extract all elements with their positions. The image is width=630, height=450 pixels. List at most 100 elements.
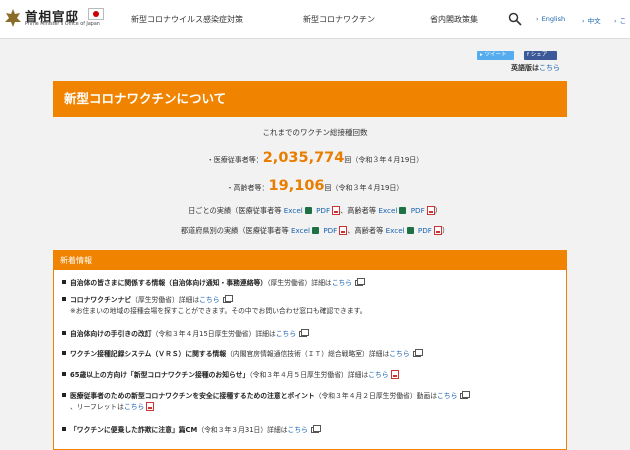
search-icon[interactable] — [508, 12, 522, 26]
nav-covid-measures[interactable]: 新型コロナウイルス感染症対策 — [131, 14, 243, 25]
news-section: 新着情報 自治体の皆さまに関係する情報（自治体向け通知・事務連絡等）（厚生労働省… — [53, 250, 567, 450]
chevron-right-icon: › — [536, 15, 539, 23]
news-item-detail: （厚生労働省）詳細は — [131, 296, 200, 304]
daily-close-paren: ） — [434, 206, 442, 215]
bullet-icon — [62, 351, 66, 355]
leaflet-label: 、リーフレットは — [70, 402, 124, 411]
stat-medical-workers: ・医療従事者等：2,035,774回（令和３年４月19日） — [0, 150, 630, 166]
news-item-title: 65歳以上の方向け「新型コロナワクチン接種のお知らせ」 — [70, 371, 250, 379]
tweet-button[interactable]: ▸ ツイート — [477, 51, 514, 60]
lang-chinese-label: 中文 — [587, 17, 601, 25]
news-item: 自治体の皆さまに関係する情報（自治体向け通知・事務連絡等）（厚生労働省）詳細はこ… — [62, 278, 366, 289]
news-item: 65歳以上の方向け「新型コロナワクチン接種のお知らせ」（令和３年４月５日厚生労働… — [62, 370, 399, 381]
pdf-icon — [146, 401, 155, 411]
pdf-icon — [339, 226, 348, 235]
pref-medical-pdf-link[interactable]: PDF — [323, 226, 337, 235]
news-item-link[interactable]: こちら — [199, 296, 219, 304]
excel-icon — [406, 227, 414, 234]
external-window-icon — [222, 295, 233, 303]
excel-icon — [304, 207, 312, 214]
nav-policy[interactable]: 省内閣政策集 — [430, 14, 478, 25]
prefecture-results-label: 都道府県別の実績（医療従事者等 — [180, 226, 289, 235]
daily-results-label: 日ごとの実績（医療従事者等 — [188, 206, 282, 215]
pref-medical-excel-link[interactable]: Excel — [291, 226, 310, 235]
daily-elderly-excel-link[interactable]: Excel — [378, 206, 397, 215]
news-item-title: 自治体の皆さまに関係する情報（自治体向け通知・事務連絡等） — [70, 279, 268, 287]
english-version-link[interactable]: こちら — [539, 64, 560, 72]
pref-elderly-pdf-link[interactable]: PDF — [418, 226, 432, 235]
news-item-detail: （令和３年４月２日厚生労働省）動画は — [314, 392, 438, 400]
news-item-link[interactable]: こちら — [389, 350, 409, 358]
nav-covid-vaccine[interactable]: 新型コロナワクチン — [303, 14, 375, 25]
stat-value: 19,106 — [268, 178, 325, 194]
news-item-detail: （令和３年３月31日）詳細は — [197, 426, 288, 434]
daily-medical-pdf-link[interactable]: PDF — [316, 206, 330, 215]
stat-value: 2,035,774 — [262, 150, 345, 166]
news-item: 自治体向けの手引きの改訂（令和３年４月15日厚生労働省）詳細はこちら — [62, 329, 310, 340]
stat-label: ・高齢者等： — [226, 184, 269, 192]
pdf-icon — [433, 226, 442, 235]
news-item: 「ワクチンに便乗した詐欺に注意」篇CM（令和３年３月31日）詳細はこちら — [62, 425, 321, 436]
daily-results-row: 日ごとの実績（医療従事者等 Excel PDF 、高齢者等 Excel PDF ） — [0, 206, 630, 216]
stat-label: ・医療従事者等： — [206, 156, 263, 164]
kiri-emblem-icon — [5, 9, 21, 27]
facebook-share-button[interactable]: f シェア — [524, 51, 557, 60]
chevron-right-icon: › — [614, 17, 617, 25]
lang-chinese[interactable]: › 中文 — [582, 15, 601, 25]
site-logo-english: Prime Minister's Office of Japan — [25, 22, 100, 27]
lang-english[interactable]: › English — [536, 15, 565, 23]
bullet-icon — [62, 427, 66, 431]
news-item-title: 医療従事者のための新型コロナワクチンを安全に接種するための注意とポイント — [70, 392, 315, 400]
pref-elderly-label: 、高齢者等 — [347, 226, 384, 235]
news-item-video-link[interactable]: こちら — [437, 392, 457, 400]
stat-unit: 回 — [324, 184, 332, 192]
external-window-icon — [299, 329, 310, 337]
pdf-icon — [332, 206, 341, 215]
news-item: コロナワクチンナビ（厚生労働省）詳細はこちら ※お住まいの地域の接種会場を探すこ… — [62, 295, 367, 316]
news-item-note: 、リーフレットはこちら — [62, 401, 468, 413]
news-item-title: コロナワクチンナビ — [70, 296, 132, 304]
lang-english-label: English — [541, 15, 566, 23]
news-item-title: 「ワクチンに便乗した詐欺に注意」篇CM — [70, 426, 198, 434]
site-header: 首相官邸 Prime Minister's Office of Japan 新型… — [0, 0, 630, 39]
page-title: 新型コロナワクチンについて — [53, 81, 567, 117]
bullet-icon — [62, 372, 66, 376]
bullet-icon — [62, 280, 66, 284]
news-item-link[interactable]: こちら — [276, 330, 296, 338]
pdf-icon — [390, 370, 399, 379]
news-item-title: 自治体向けの手引きの改訂 — [70, 330, 152, 338]
english-version: 英語版はこちら — [511, 63, 560, 73]
lang-more[interactable]: › こ — [614, 15, 626, 25]
total-vaccinations-label: これまでのワクチン総接種回数 — [262, 128, 368, 137]
bullet-icon — [62, 393, 66, 397]
news-item-link[interactable]: こちら — [288, 426, 308, 434]
excel-icon — [312, 227, 320, 234]
pdf-icon — [426, 206, 435, 215]
external-window-icon — [460, 391, 471, 399]
pref-elderly-excel-link[interactable]: Excel — [386, 226, 405, 235]
english-version-label: 英語版は — [511, 64, 539, 72]
news-item-note: ※お住まいの地域の接種会場を探すことができます。その中でお問い合わせ窓口も確認で… — [70, 306, 367, 315]
news-header: 新着情報 — [54, 251, 566, 270]
daily-elderly-pdf-link[interactable]: PDF — [411, 206, 425, 215]
excel-icon — [399, 207, 407, 214]
news-item: ワクチン接種記録システム（ＶＲＳ）に関する情報（内閣官房情報通信技術（ＩＴ）総合… — [62, 349, 423, 360]
daily-medical-excel-link[interactable]: Excel — [284, 206, 303, 215]
daily-elderly-label: 、高齢者等 — [340, 206, 377, 215]
lang-more-label: こ — [619, 17, 627, 25]
news-item-detail: （令和３年４月５日厚生労働省）詳細は — [249, 371, 369, 379]
chevron-right-icon: › — [582, 17, 585, 25]
external-window-icon — [355, 278, 366, 286]
news-item-leaflet-link[interactable]: こちら — [124, 403, 144, 411]
news-item-link[interactable]: こちら — [332, 279, 352, 287]
news-item-detail: （令和３年４月15日厚生労働省）詳細は — [151, 330, 276, 338]
pref-close-paren: ） — [441, 226, 450, 235]
bullet-icon — [62, 331, 66, 335]
news-item-link[interactable]: こちら — [368, 371, 388, 379]
stat-date: （令和３年４月19日） — [351, 156, 424, 164]
stat-date: （令和３年４月19日） — [331, 184, 404, 192]
external-window-icon — [310, 425, 321, 433]
news-item-detail: （内閣官房情報通信技術（ＩＴ）総合戦略室）詳細は — [226, 350, 390, 358]
prefecture-results-row: 都道府県別の実績（医療従事者等 Excel PDF 、高齢者等 Excel PDF… — [0, 226, 630, 236]
japan-flag-icon — [88, 8, 104, 20]
